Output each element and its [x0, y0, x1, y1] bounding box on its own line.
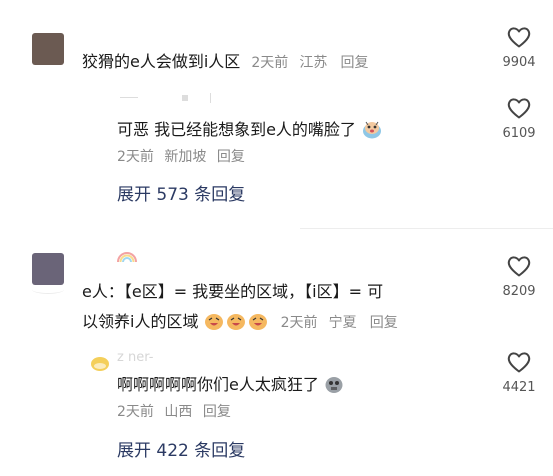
- comment-time: 2天前: [280, 315, 318, 331]
- comment-body: 狡猾的e人会做到i人区: [82, 52, 241, 71]
- reply-time: 2天前: [117, 404, 154, 420]
- divider: [300, 228, 553, 229]
- comment-location: 江苏: [299, 55, 328, 71]
- avatar-shadow: [32, 285, 64, 294]
- reply-button[interactable]: 回复: [370, 315, 398, 331]
- reply-text: 啊啊啊啊啊你们e人太疯狂了: [117, 372, 344, 398]
- comment-text: 狡猾的e人会做到i人区 2天前 江苏 回复: [82, 49, 369, 76]
- reply-meta: 2天前 新加坡 回复: [117, 146, 251, 166]
- skull-face-icon: [325, 377, 343, 393]
- reply-body: 啊啊啊啊啊你们e人太疯狂了: [117, 375, 319, 394]
- reply-location: 新加坡: [164, 149, 207, 165]
- avatar[interactable]: [32, 253, 64, 285]
- reply-button[interactable]: 回复: [217, 149, 245, 165]
- comment-time: 2天前: [251, 55, 289, 71]
- heart-icon[interactable]: [506, 96, 532, 120]
- like-count: 8209: [502, 284, 536, 299]
- like-button[interactable]: 4421: [494, 350, 544, 395]
- expand-replies-button[interactable]: 展开 422 条回复: [117, 436, 245, 461]
- rainbow-badge-icon: [117, 248, 137, 267]
- expand-replies-button[interactable]: 展开 573 条回复: [117, 180, 245, 205]
- reply-time: 2天前: [117, 149, 154, 165]
- like-button[interactable]: 8209: [494, 254, 544, 299]
- reply-location: 山西: [164, 404, 193, 420]
- like-count: 6109: [502, 126, 536, 141]
- scared-face-icon: [363, 121, 382, 139]
- comment-text: e人：【e区】= 我要坐的区域，【i区】= 可 以领养i人的区域 2天前 宁夏 …: [82, 279, 398, 339]
- like-count: 9904: [502, 55, 536, 70]
- comment-location: 宁夏: [328, 315, 357, 331]
- comment-body-line1: e人：【e区】= 我要坐的区域，【i区】= 可: [82, 282, 384, 301]
- reply-body: 可恶 我已经能想象到e人的嘴脸了: [117, 120, 356, 139]
- heart-icon[interactable]: [506, 254, 532, 278]
- heart-icon[interactable]: [506, 25, 532, 49]
- like-count: 4421: [502, 380, 536, 395]
- avatar[interactable]: [32, 33, 64, 65]
- reply-avatar[interactable]: [90, 352, 110, 376]
- reply-button[interactable]: 回复: [341, 55, 369, 71]
- like-button[interactable]: 6109: [494, 96, 544, 141]
- reply-author-name[interactable]: z ner-: [117, 350, 153, 365]
- laughing-face-icon: [204, 311, 270, 339]
- reply-text: 可恶 我已经能想象到e人的嘴脸了: [117, 117, 383, 143]
- heart-icon[interactable]: [506, 350, 532, 374]
- reply-author-name[interactable]: [120, 90, 212, 105]
- reply-meta: 2天前 山西 回复: [117, 401, 237, 421]
- like-button[interactable]: 9904: [494, 25, 544, 70]
- reply-button[interactable]: 回复: [203, 404, 231, 420]
- comment-body-line2: 以领养i人的区域: [82, 312, 199, 331]
